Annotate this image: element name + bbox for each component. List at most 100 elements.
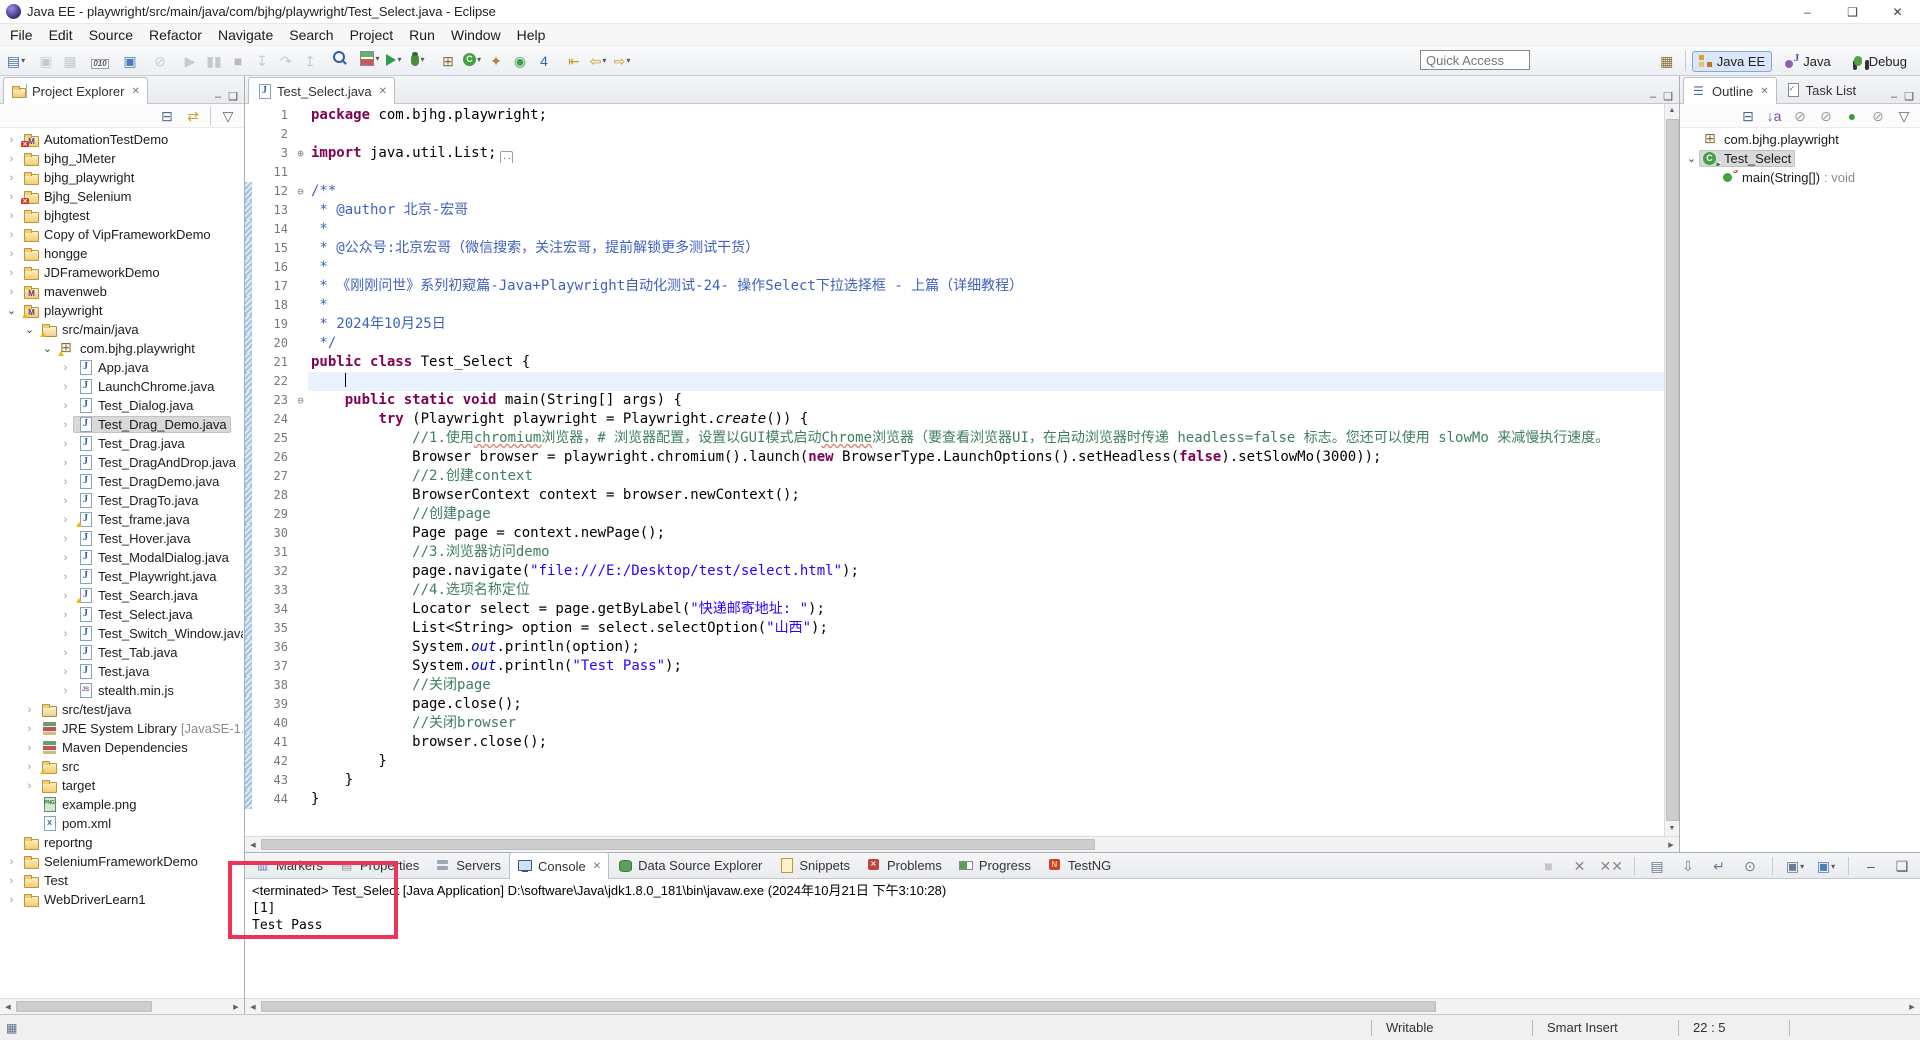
menu-source[interactable]: Source xyxy=(81,25,141,45)
tab-project-explorer[interactable]: Project Explorer ✕ xyxy=(3,77,148,104)
menu-edit[interactable]: Edit xyxy=(41,25,81,45)
expand-arrow-icon[interactable]: › xyxy=(4,210,19,222)
expand-arrow-icon[interactable]: › xyxy=(58,552,73,564)
save-all-button[interactable]: ▦ xyxy=(58,49,82,73)
expand-arrow-icon[interactable]: › xyxy=(22,742,37,754)
explorer-item-test-frame-java[interactable]: ›Test_frame.java xyxy=(0,510,244,529)
explorer-item-jre-system-library[interactable]: ›JRE System Library [JavaSE-1. xyxy=(0,719,244,738)
explorer-item-copy-of-vipframeworkdemo[interactable]: ›Copy of VipFrameworkDemo xyxy=(0,225,244,244)
scroll-left-icon[interactable]: ◀ xyxy=(245,841,261,849)
minimize-window-button[interactable]: – xyxy=(1785,0,1830,23)
tab-task-list[interactable]: Task List xyxy=(1777,76,1865,103)
explorer-horizontal-scrollbar[interactable]: ◀ ▶ xyxy=(0,998,244,1014)
tab-testng[interactable]: TestNG xyxy=(1039,851,1119,878)
expand-arrow-icon[interactable]: › xyxy=(4,894,19,906)
last-edit-location-button[interactable]: ⇤ xyxy=(562,49,586,73)
scrollbar-thumb[interactable] xyxy=(16,1001,152,1012)
explorer-item-test-playwright-java[interactable]: ›Test_Playwright.java xyxy=(0,567,244,586)
expand-arrow-icon[interactable]: › xyxy=(4,875,19,887)
explorer-item-mavenweb[interactable]: ›mavenweb xyxy=(0,282,244,301)
step-return-button[interactable]: ↥ xyxy=(298,49,322,73)
expand-arrow-icon[interactable]: › xyxy=(58,514,73,526)
expand-arrow-icon[interactable]: › xyxy=(58,400,73,412)
menu-navigate[interactable]: Navigate xyxy=(210,25,281,45)
expand-arrow-icon[interactable]: › xyxy=(4,267,19,279)
tab-console[interactable]: Console✕ xyxy=(509,852,609,879)
hide-static-members-button[interactable]: ⊘ xyxy=(1814,104,1838,128)
clear-console-button[interactable]: ▤ xyxy=(1645,854,1669,878)
explorer-item-stealth-min-js[interactable]: ›stealth.min.js xyxy=(0,681,244,700)
terminate-button[interactable]: ■ xyxy=(1537,854,1561,878)
debug-as-button[interactable]: ▾ xyxy=(406,48,430,72)
scroll-lock-button[interactable]: ⇩ xyxy=(1676,854,1700,878)
explorer-item-test-drag-java[interactable]: ›Test_Drag.java xyxy=(0,434,244,453)
explorer-item-playwright[interactable]: ⌄playwright xyxy=(0,301,244,320)
explorer-item-target[interactable]: ›target xyxy=(0,776,244,795)
open-perspective-button[interactable]: ▦ xyxy=(1655,49,1679,73)
explorer-item-bjhg-selenium[interactable]: ›Bjhg_Selenium xyxy=(0,187,244,206)
explorer-item-test[interactable]: ›Test xyxy=(0,871,244,890)
close-icon[interactable]: ✕ xyxy=(593,861,601,872)
close-icon[interactable]: ✕ xyxy=(379,86,387,97)
tab-snippets[interactable]: Snippets xyxy=(770,851,858,878)
collapse-arrow-icon[interactable]: ⌄ xyxy=(4,304,19,317)
minimize-panel-button[interactable]: – xyxy=(1859,854,1883,878)
minimize-panel-icon[interactable]: – xyxy=(1891,91,1897,103)
expand-arrow-icon[interactable]: › xyxy=(58,590,73,602)
outline-item-test-select[interactable]: ⌄Test_Select xyxy=(1680,149,1920,168)
collapse-arrow-icon[interactable]: ⌄ xyxy=(22,323,37,336)
tab-test-select-java[interactable]: Test_Select.java ✕ xyxy=(248,77,395,104)
explorer-item-test-modaldialog-java[interactable]: ›Test_ModalDialog.java xyxy=(0,548,244,567)
magic-wand-button[interactable]: ✦ xyxy=(484,49,508,73)
explorer-item-example-png[interactable]: example.png xyxy=(0,795,244,814)
maximize-panel-icon[interactable]: ❑ xyxy=(1904,90,1914,103)
remove-launch-button[interactable]: ✕ xyxy=(1568,854,1592,878)
menu-run[interactable]: Run xyxy=(401,25,443,45)
scroll-left-icon[interactable]: ◀ xyxy=(245,1003,261,1011)
explorer-item-test-draganddrop-java[interactable]: ›Test_DragAndDrop.java xyxy=(0,453,244,472)
fold-collapse-icon[interactable]: ⊖ xyxy=(293,182,308,201)
menu-file[interactable]: File xyxy=(2,25,41,45)
explorer-item-test-select-java[interactable]: ›Test_Select.java xyxy=(0,605,244,624)
tab-progress[interactable]: Progress xyxy=(950,851,1039,878)
step-over-button[interactable]: ↷ xyxy=(274,49,298,73)
explorer-item-maven-dependencies[interactable]: ›Maven Dependencies xyxy=(0,738,244,757)
menu-window[interactable]: Window xyxy=(443,25,509,45)
link-with-editor-button[interactable]: ⇄ xyxy=(181,104,205,128)
explorer-item-reportng[interactable]: reportng xyxy=(0,833,244,852)
scroll-up-icon[interactable]: ▲ xyxy=(1665,104,1679,118)
explorer-item-test-search-java[interactable]: ›Test_Search.java xyxy=(0,586,244,605)
expand-arrow-icon[interactable]: › xyxy=(58,533,73,545)
suspend-button[interactable]: ▮▮ xyxy=(202,49,226,73)
tab-problems[interactable]: Problems xyxy=(858,851,950,878)
expand-arrow-icon[interactable]: › xyxy=(58,457,73,469)
explorer-item-launchchrome-java[interactable]: ›LaunchChrome.java xyxy=(0,377,244,396)
scroll-right-icon[interactable]: ▶ xyxy=(1904,1003,1920,1011)
explorer-item-test-tab-java[interactable]: ›Test_Tab.java xyxy=(0,643,244,662)
expand-arrow-icon[interactable]: › xyxy=(4,153,19,165)
close-icon[interactable]: ✕ xyxy=(131,86,139,97)
explorer-item-jdframeworkdemo[interactable]: ›JDFrameworkDemo xyxy=(0,263,244,282)
terminate-button[interactable]: ■ xyxy=(226,49,250,73)
expand-arrow-icon[interactable]: › xyxy=(4,856,19,868)
run-as-button[interactable]: ▾ xyxy=(382,48,406,72)
collapse-all-button[interactable]: ⊟ xyxy=(1736,104,1760,128)
explorer-item-src[interactable]: ›src xyxy=(0,757,244,776)
explorer-item-test-dragdemo-java[interactable]: ›Test_DragDemo.java xyxy=(0,472,244,491)
fold-expand-icon[interactable]: ⊕ xyxy=(293,144,308,163)
explorer-item-test-switch-window-java[interactable]: ›Test_Switch_Window.java xyxy=(0,624,244,643)
outline-item-com-bjhg-playwright[interactable]: com.bjhg.playwright xyxy=(1680,130,1920,149)
new-wizard-button[interactable]: ▤▾ xyxy=(4,49,28,73)
explorer-item-hongge[interactable]: ›hongge xyxy=(0,244,244,263)
scroll-right-icon[interactable]: ▶ xyxy=(228,1003,244,1011)
console-view-button[interactable]: ▣ xyxy=(118,49,142,73)
close-window-button[interactable]: ✕ xyxy=(1875,0,1920,23)
editor-vertical-scrollbar[interactable]: ▲ ▼ xyxy=(1664,104,1679,836)
close-icon[interactable]: ✕ xyxy=(1760,86,1768,97)
binary-file-button[interactable]: 010 xyxy=(88,52,112,76)
hide-local-types-button[interactable]: ⊘ xyxy=(1866,104,1890,128)
skip-all-breakpoints-button[interactable]: ⊘ xyxy=(148,49,172,73)
perspective-java[interactable]: Java xyxy=(1778,51,1837,72)
scroll-right-icon[interactable]: ▶ xyxy=(1663,841,1679,849)
console-horizontal-scrollbar[interactable]: ◀ ▶ xyxy=(245,998,1920,1014)
